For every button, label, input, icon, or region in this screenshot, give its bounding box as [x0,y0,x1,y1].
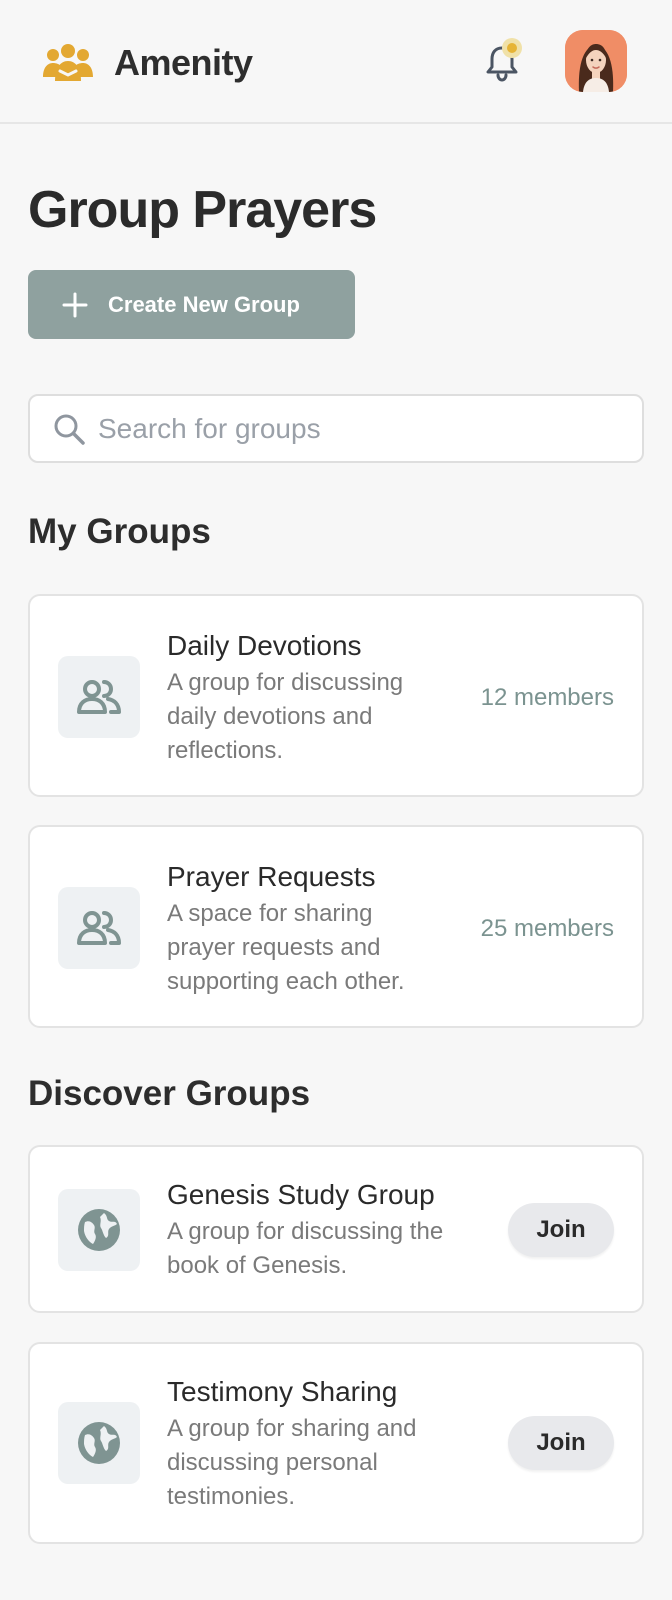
people-icon [77,911,121,945]
group-name: Testimony Sharing [167,1376,398,1407]
page-title: Group Prayers [28,181,377,239]
notifications-button[interactable] [480,38,524,84]
search-box[interactable] [28,394,644,463]
globe-icon [78,1422,120,1464]
people-group-icon [43,44,93,81]
member-count: 25 members [480,915,614,942]
group-name: Daily Devotions [167,630,362,661]
my-groups-heading: My Groups [28,512,211,551]
group-icon-box [58,656,140,738]
search-input[interactable] [98,396,628,461]
plus-icon [62,292,88,317]
group-icon-box [58,887,140,969]
user-avatar-icon [565,30,627,92]
group-icon-box [58,1402,140,1484]
group-card-daily-devotions[interactable]: Daily Devotions A group for discussing d… [28,594,644,797]
member-count: 12 members [480,684,614,711]
create-new-group-label: Create New Group [108,291,300,317]
group-name: Genesis Study Group [167,1179,435,1210]
brand[interactable]: Amenity [42,38,253,88]
group-description: A group for discussing the book of Genes… [167,1218,444,1279]
group-description: A space for sharing prayer requests and … [167,900,405,995]
group-description: A group for discussing daily devotions a… [167,669,404,764]
avatar[interactable] [565,30,627,92]
brand-name: Amenity [114,42,253,83]
search-icon [54,414,85,445]
group-card-genesis-study[interactable]: Genesis Study Group A group for discussi… [28,1145,644,1313]
group-card-prayer-requests[interactable]: Prayer Requests A space for sharing pray… [28,825,644,1028]
group-card-testimony-sharing[interactable]: Testimony Sharing A group for sharing an… [28,1342,644,1544]
create-new-group-button[interactable]: Create New Group [28,270,355,339]
group-icon-box [58,1189,140,1271]
top-bar: Amenity [0,0,672,124]
join-button[interactable]: Join [508,1416,614,1470]
globe-icon [78,1209,120,1251]
group-description: A group for sharing and discussing perso… [167,1415,417,1510]
discover-groups-heading: Discover Groups [28,1074,311,1113]
group-name: Prayer Requests [167,861,376,892]
people-icon [77,680,121,714]
join-button[interactable]: Join [508,1203,614,1257]
notification-dot [502,38,522,58]
